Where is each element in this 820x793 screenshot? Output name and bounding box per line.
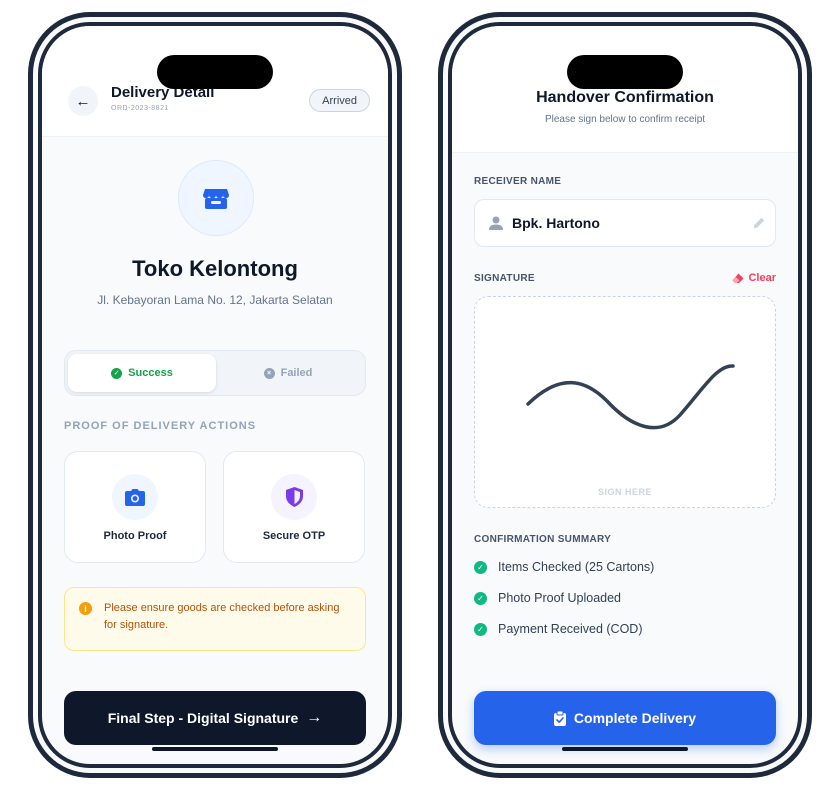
photo-proof-card[interactable]: Photo Proof [64,451,206,563]
page-subtitle: Please sign below to confirm receipt [544,114,706,125]
toggle-success[interactable]: ✓ Success [68,354,216,392]
clear-signature-button[interactable]: Clear [732,272,776,284]
secure-otp-label: Secure OTP [262,530,326,542]
screen-handover-confirmation: Handover Confirmation Please sign below … [448,22,802,768]
toggle-failed-label: Failed [280,367,313,379]
warning-alert: i Please ensure goods are checked before… [64,587,366,651]
dynamic-island [567,55,683,89]
home-indicator [152,747,278,751]
camera-icon [125,488,145,506]
photo-proof-label: Photo Proof [103,530,167,542]
final-step-label: Final Step - Digital Signature [107,710,299,726]
final-step-button[interactable]: Final Step - Digital Signature → [64,691,366,745]
section-label: PROOF OF DELIVERY ACTIONS [64,420,257,432]
camera-icon-wrap [112,474,158,520]
info-icon: i [79,602,92,615]
back-button[interactable]: ← [68,86,98,116]
summary-item: ✓ Payment Received (COD) [474,622,643,636]
eraser-icon [732,273,744,283]
complete-delivery-button[interactable]: Complete Delivery [474,691,776,745]
check-circle-icon: ✓ [474,622,487,636]
arrow-right-icon: → [306,709,323,726]
clear-label: Clear [748,272,776,284]
summary-item-text: Payment Received (COD) [498,622,643,636]
store-icon [203,189,229,209]
clipboard-check-icon [553,710,566,726]
arrow-left-icon: ← [75,92,91,110]
shield-icon [285,487,303,507]
signature-label: SIGNATURE [474,273,535,284]
toggle-failed[interactable]: × Failed [214,354,362,392]
sign-here-hint: SIGN HERE [597,487,652,497]
summary-item-text: Items Checked (25 Cartons) [498,560,655,574]
order-id: ORD-2023-8821 [111,105,169,112]
dynamic-island [157,55,273,89]
warning-text: Please ensure goods are checked before a… [104,602,340,631]
complete-delivery-label: Complete Delivery [573,710,697,726]
home-indicator [562,747,688,751]
delivery-status-toggle: ✓ Success × Failed [64,350,366,396]
status-badge: Arrived [309,89,370,112]
toggle-success-label: Success [128,367,173,379]
summary-item-text: Photo Proof Uploaded [498,591,622,605]
receiver-name-label: RECEIVER NAME [474,176,562,187]
signature-stroke [526,364,735,430]
receiver-name-value: Bpk. Hartono [512,215,600,231]
secure-otp-card[interactable]: Secure OTP [223,451,365,563]
phone-handover-confirmation: Handover Confirmation Please sign below … [438,12,812,778]
store-address: Jl. Kebayoran Lama No. 12, Jakarta Selat… [97,293,333,307]
screen-delivery-detail: ← Delivery Detail ORD-2023-8821 Arrived … [38,22,392,768]
header: Handover Confirmation Please sign below … [452,26,798,153]
summary-item: ✓ Items Checked (25 Cartons) [474,560,654,574]
phone-delivery-detail: ← Delivery Detail ORD-2023-8821 Arrived … [28,12,402,778]
phone-frame: Handover Confirmation Please sign below … [443,17,807,773]
page-title: Handover Confirmation [536,89,714,106]
phone-frame: ← Delivery Detail ORD-2023-8821 Arrived … [33,17,397,773]
summary-item: ✓ Photo Proof Uploaded [474,591,621,605]
signature-pad[interactable]: SIGN HERE [474,296,776,508]
x-circle-icon: × [263,367,275,379]
check-circle-icon: ✓ [474,591,487,605]
store-avatar [178,160,254,236]
pencil-icon[interactable] [753,217,765,229]
store-name: Toko Kelontong [132,256,298,281]
summary-label: CONFIRMATION SUMMARY [474,534,612,545]
receiver-name-field[interactable]: Bpk. Hartono [474,199,776,247]
check-circle-icon: ✓ [474,560,487,574]
user-icon [489,216,503,230]
check-circle-icon: ✓ [111,367,123,379]
shield-icon-wrap [271,474,317,520]
